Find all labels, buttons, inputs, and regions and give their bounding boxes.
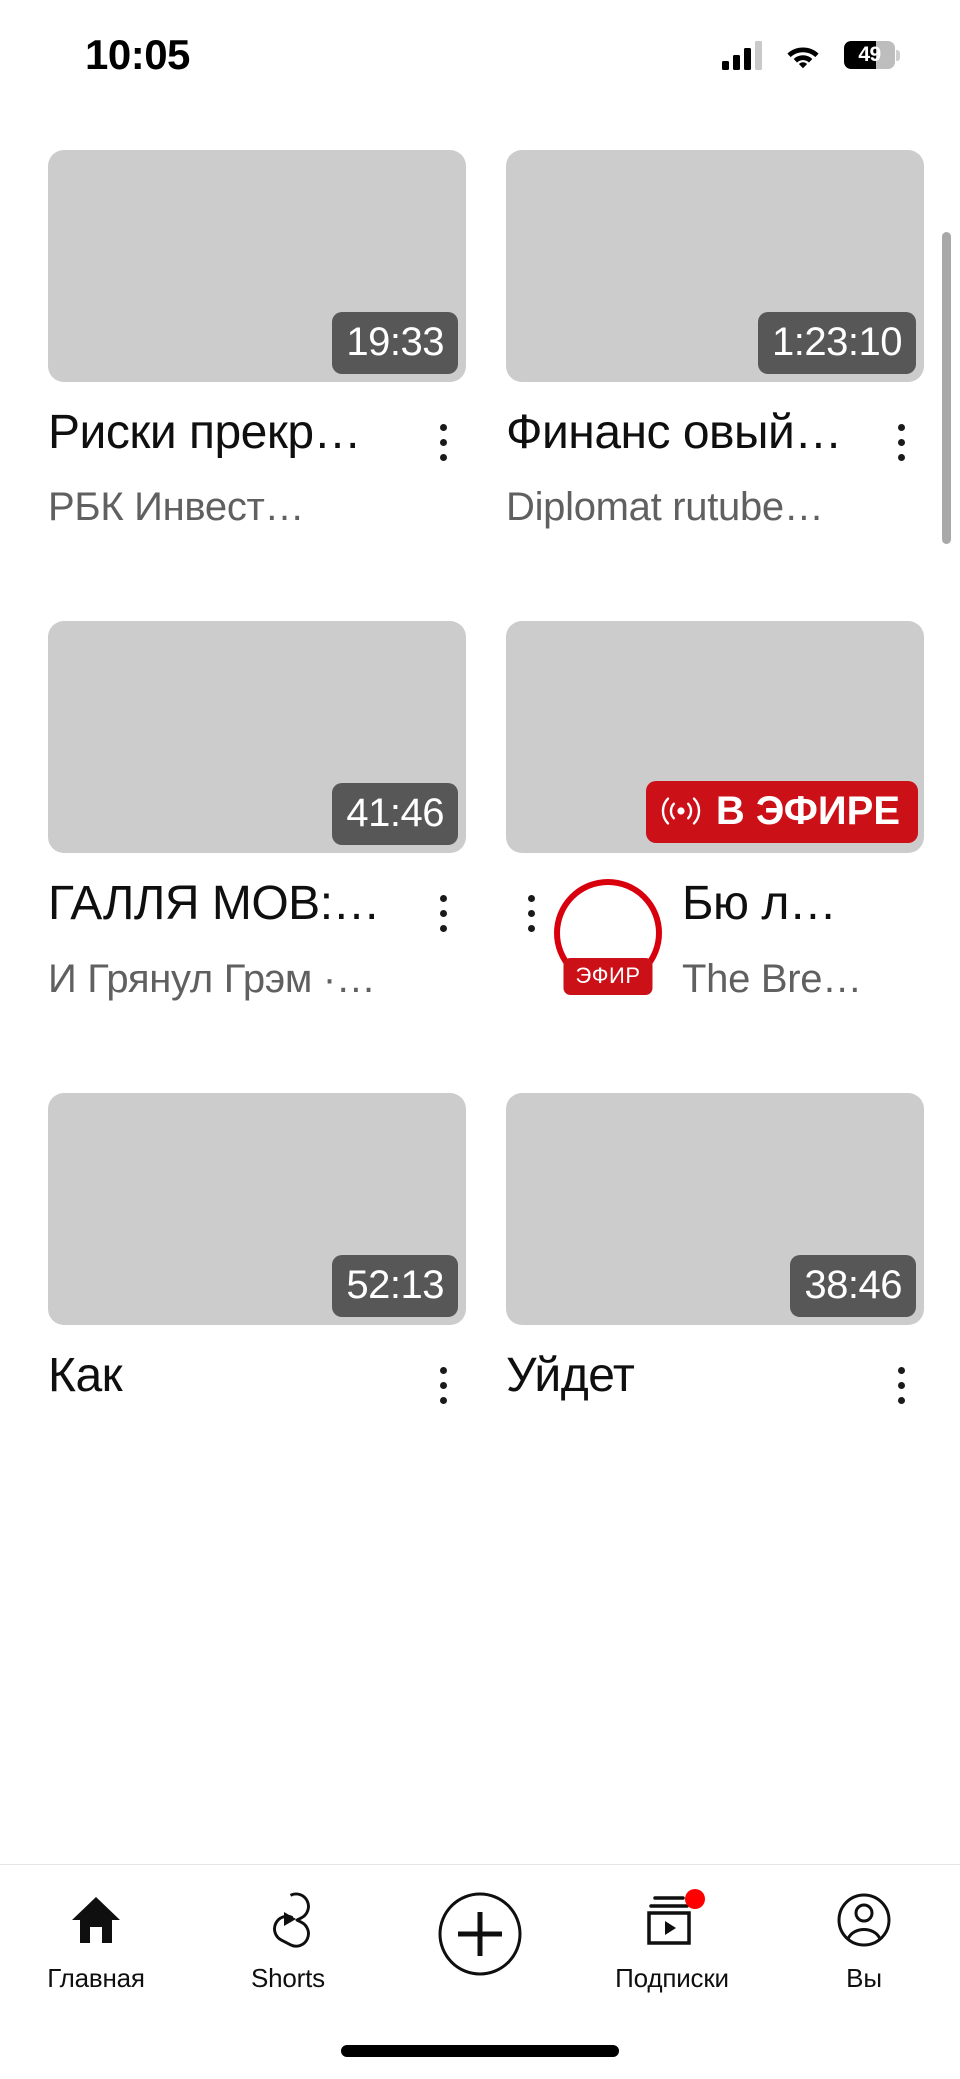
- video-title[interactable]: Бю л…: [682, 873, 914, 934]
- nav-item-shorts[interactable]: Shorts: [192, 1891, 384, 1994]
- battery-icon: 49: [844, 40, 900, 70]
- duration-badge: 52:13: [332, 1254, 458, 1317]
- app-screen: 10:05 49 19:33 Риски прекр… РБК Инвест… …: [0, 0, 960, 2079]
- more-options-icon[interactable]: [878, 402, 924, 461]
- video-thumbnail[interactable]: 38:46: [506, 1092, 924, 1325]
- video-card[interactable]: 19:33 Риски прекр… РБК Инвест…: [48, 150, 466, 533]
- duration-badge: 38:46: [790, 1254, 916, 1317]
- vertical-scrollbar[interactable]: [942, 232, 951, 544]
- video-title[interactable]: Уйдет: [506, 1345, 866, 1406]
- duration-badge: 1:23:10: [758, 312, 916, 374]
- notification-badge-dot: [685, 1889, 705, 1909]
- duration-badge: 41:46: [332, 783, 458, 846]
- video-thumbnail[interactable]: 1:23:10: [506, 150, 924, 382]
- broadcast-icon: [661, 797, 701, 826]
- more-options-icon[interactable]: [420, 1345, 466, 1404]
- more-options-icon[interactable]: [878, 1345, 924, 1404]
- video-grid: 19:33 Риски прекр… РБК Инвест… 1:23:10 Ф…: [0, 150, 960, 1406]
- video-meta: ЭФИР Бю л… The Bre…: [506, 853, 924, 1004]
- video-card[interactable]: 41:46 ГАЛЛЯ МОВ:… И Грянул Грэм ·…: [48, 621, 466, 1004]
- wifi-icon: [784, 41, 822, 69]
- video-meta: ГАЛЛЯ МОВ:… И Грянул Грэм ·…: [48, 853, 466, 1004]
- avatar-live-tag: ЭФИР: [563, 958, 653, 996]
- nav-label-subscriptions: Подписки: [615, 1963, 729, 1993]
- live-badge-label: В ЭФИРЕ: [715, 789, 900, 834]
- avatar[interactable]: ЭФИР: [554, 873, 682, 996]
- more-options-icon[interactable]: [420, 402, 466, 461]
- home-icon: [69, 1891, 123, 1949]
- video-title[interactable]: Как: [48, 1345, 408, 1406]
- nav-label-shorts: Shorts: [251, 1963, 325, 1993]
- video-feed[interactable]: 19:33 Риски прекр… РБК Инвест… 1:23:10 Ф…: [0, 150, 960, 1850]
- nav-item-you[interactable]: Вы: [768, 1891, 960, 1994]
- nav-item-create[interactable]: [384, 1891, 576, 1991]
- video-meta: Риски прекр… РБК Инвест…: [48, 382, 466, 533]
- nav-item-subscriptions[interactable]: Подписки: [576, 1889, 768, 1994]
- account-icon: [836, 1891, 892, 1949]
- video-card[interactable]: 52:13 Как: [48, 1092, 466, 1406]
- video-channel[interactable]: Diplomat rutube…: [506, 481, 866, 533]
- video-card[interactable]: 1:23:10 Финанс овый… Diplomat rutube…: [506, 150, 924, 533]
- plus-circle-icon: [437, 1891, 523, 1977]
- video-channel[interactable]: РБК Инвест…: [48, 481, 408, 533]
- video-thumbnail[interactable]: В ЭФИРЕ: [506, 621, 924, 854]
- nav-item-home[interactable]: Главная: [0, 1891, 192, 1994]
- battery-percent-label: 49: [858, 43, 881, 66]
- video-card-live[interactable]: В ЭФИРЕ ЭФИР Бю л… The Bre…: [506, 621, 924, 1004]
- video-title[interactable]: Риски прекр…: [48, 402, 408, 463]
- nav-label-you: Вы: [846, 1963, 882, 1993]
- video-channel[interactable]: И Грянул Грэм ·…: [48, 953, 408, 1005]
- video-meta: Уйдет: [506, 1325, 924, 1406]
- live-avatar-ring: ЭФИР: [554, 879, 662, 996]
- video-channel[interactable]: The Bre…: [682, 953, 914, 1005]
- more-options-icon[interactable]: [508, 873, 554, 933]
- duration-badge: 19:33: [332, 312, 458, 374]
- status-bar-clock: 10:05: [85, 31, 190, 78]
- video-meta: Как: [48, 1325, 466, 1406]
- video-title[interactable]: ГАЛЛЯ МОВ:…: [48, 873, 408, 934]
- video-thumbnail[interactable]: 41:46: [48, 621, 466, 854]
- signal-bars-icon: [722, 40, 762, 70]
- subscriptions-icon: [643, 1889, 705, 1949]
- live-badge: В ЭФИРЕ: [645, 781, 918, 844]
- nav-label-home: Главная: [47, 1963, 145, 1993]
- video-title[interactable]: Финанс овый…: [506, 402, 866, 463]
- shorts-icon: [260, 1891, 316, 1949]
- video-card[interactable]: 38:46 Уйдет: [506, 1092, 924, 1406]
- more-options-icon[interactable]: [420, 873, 466, 933]
- video-thumbnail[interactable]: 19:33: [48, 150, 466, 382]
- video-meta: Финанс овый… Diplomat rutube…: [506, 382, 924, 533]
- home-indicator: [341, 2045, 619, 2057]
- status-bar: 10:05 49: [0, 0, 960, 110]
- video-thumbnail[interactable]: 52:13: [48, 1092, 466, 1325]
- status-bar-indicators: 49: [722, 40, 900, 70]
